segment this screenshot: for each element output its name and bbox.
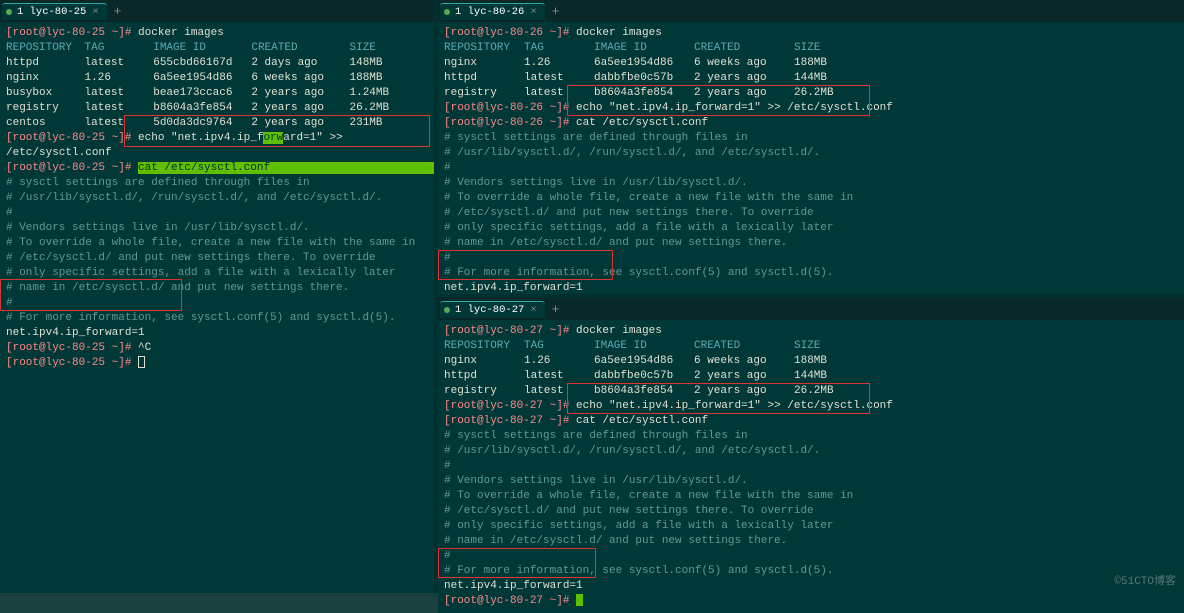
output-line: # /usr/lib/sysctl.d/, /run/sysctl.d/, an…: [6, 191, 428, 206]
cursor-icon: [576, 594, 583, 606]
output-line: #: [6, 206, 428, 221]
terminal-output[interactable]: [root@lyc-80-27 ~]# docker images REPOSI…: [438, 320, 1184, 613]
cmd: docker images: [138, 27, 224, 39]
output-line: # sysctl settings are defined through fi…: [6, 176, 428, 191]
status-dot-icon: [444, 307, 450, 313]
output-line: # /etc/sysctl.d/ and put new settings th…: [6, 251, 428, 266]
table-row: nginx1.266a5ee1954d866 weeks ago188MB: [6, 71, 428, 86]
prompt: [root@lyc-80-26 ~]#: [444, 117, 569, 129]
output-line: # To override a whole file, create a new…: [444, 489, 1178, 504]
prompt: [root@lyc-80-25 ~]#: [6, 342, 131, 354]
terminal-pane-27: 1 lyc-80-27 × + [root@lyc-80-27 ~]# docke…: [438, 298, 1184, 613]
tab-host-27[interactable]: 1 lyc-80-27 ×: [440, 301, 545, 318]
cmd: echo "net.ipv4.ip_forward=1" >> /etc/sys…: [576, 102, 893, 114]
output-line: # To override a whole file, create a new…: [6, 236, 428, 251]
output-line: net.ipv4.ip_forward=1: [6, 326, 428, 341]
table-row: busyboxlatestbeae173ccac62 years ago1.24…: [6, 86, 428, 101]
tab-label: 1 lyc-80-27: [455, 304, 524, 316]
output-line: net.ipv4.ip_forward=1: [444, 579, 1178, 594]
add-tab-button[interactable]: +: [109, 4, 127, 19]
cmd: docker images: [576, 325, 662, 337]
output-line: # /etc/sysctl.d/ and put new settings th…: [444, 504, 1178, 519]
cmd-highlight: cat /etc/sysctl.conf: [138, 162, 270, 174]
output-line: # To override a whole file, create a new…: [444, 191, 1178, 206]
table-row: centoslatest5d0da3dc97642 years ago231MB: [6, 116, 428, 131]
output-line: # only specific settings, add a file wit…: [444, 519, 1178, 534]
cmd: docker images: [576, 27, 662, 39]
watermark: ©51CTO博客: [1114, 572, 1176, 588]
output-line: # name in /etc/sysctl.d/ and put new set…: [444, 236, 1178, 251]
output-line: # For more information, see sysctl.conf(…: [444, 564, 1178, 579]
output-line: # name in /etc/sysctl.d/ and put new set…: [6, 281, 428, 296]
tab-bar: 1 lyc-80-26 × +: [438, 0, 1184, 22]
table-header: REPOSITORYTAGIMAGE IDCREATEDSIZE: [444, 41, 1178, 56]
prompt: [root@lyc-80-25 ~]#: [6, 357, 131, 369]
prompt: [root@lyc-80-25 ~]#: [6, 132, 131, 144]
terminal-output[interactable]: [root@lyc-80-25 ~]# docker images REPOSI…: [0, 22, 434, 593]
table-header: REPOSITORYTAGIMAGE IDCREATEDSIZE: [6, 41, 428, 56]
output-line: # sysctl settings are defined through fi…: [444, 131, 1178, 146]
table-row: httpdlatest655cbd66167d2 days ago148MB: [6, 56, 428, 71]
table-row: registrylatestb8604a3fe8542 years ago26.…: [6, 101, 428, 116]
table-row: httpdlatestdabbfbe0c57b2 years ago144MB: [444, 71, 1178, 86]
terminal-output[interactable]: [root@lyc-80-26 ~]# docker images REPOSI…: [438, 22, 1184, 294]
cursor-icon: [138, 356, 145, 368]
tab-host-25[interactable]: 1 lyc-80-25 ×: [2, 3, 107, 20]
cursor-highlight: orw: [263, 132, 283, 144]
terminal-pane-25: 1 lyc-80-25 × + [root@lyc-80-25 ~]# docke…: [0, 0, 434, 593]
output-line: net.ipv4.ip_forward=1: [444, 281, 1178, 294]
table-row: httpdlatestdabbfbe0c57b2 years ago144MB: [444, 369, 1178, 384]
output-line: # /etc/sysctl.d/ and put new settings th…: [444, 206, 1178, 221]
prompt: [root@lyc-80-26 ~]#: [444, 27, 569, 39]
tab-label: 1 lyc-80-26: [455, 6, 524, 18]
status-dot-icon: [444, 9, 450, 15]
prompt: [root@lyc-80-27 ~]#: [444, 400, 569, 412]
output-line: # sysctl settings are defined through fi…: [444, 429, 1178, 444]
output-line: # /usr/lib/sysctl.d/, /run/sysctl.d/, an…: [444, 146, 1178, 161]
prompt: [root@lyc-80-27 ~]#: [444, 595, 569, 607]
output-line: # Vendors settings live in /usr/lib/sysc…: [444, 474, 1178, 489]
output-line: # only specific settings, add a file wit…: [444, 221, 1178, 236]
add-tab-button[interactable]: +: [547, 4, 565, 19]
prompt: [root@lyc-80-27 ~]#: [444, 325, 569, 337]
add-tab-button[interactable]: +: [547, 302, 565, 317]
table-row: registrylatestb8604a3fe8542 years ago26.…: [444, 384, 1178, 399]
cmd: cat /etc/sysctl.conf: [576, 415, 708, 427]
output-line: # name in /etc/sysctl.d/ and put new set…: [444, 534, 1178, 549]
prompt: [root@lyc-80-26 ~]#: [444, 102, 569, 114]
tab-bar: 1 lyc-80-27 × +: [438, 298, 1184, 320]
table-row: nginx1.266a5ee1954d866 weeks ago188MB: [444, 56, 1178, 71]
output-line: # Vendors settings live in /usr/lib/sysc…: [6, 221, 428, 236]
output-line: # For more information, see sysctl.conf(…: [6, 311, 428, 326]
output-line: #: [444, 459, 1178, 474]
close-icon[interactable]: ×: [92, 6, 98, 18]
table-header: REPOSITORYTAGIMAGE IDCREATEDSIZE: [444, 339, 1178, 354]
output-line: #: [6, 296, 428, 311]
output-line: #: [444, 251, 1178, 266]
close-icon[interactable]: ×: [530, 6, 536, 18]
output-line: # only specific settings, add a file wit…: [6, 266, 428, 281]
table-row: registrylatestb8604a3fe8542 years ago26.…: [444, 86, 1178, 101]
close-icon[interactable]: ×: [530, 304, 536, 316]
tab-label: 1 lyc-80-25: [17, 6, 86, 18]
prompt: [root@lyc-80-25 ~]#: [6, 27, 131, 39]
output-line: # /usr/lib/sysctl.d/, /run/sysctl.d/, an…: [444, 444, 1178, 459]
tab-host-26[interactable]: 1 lyc-80-26 ×: [440, 3, 545, 20]
table-row: nginx1.266a5ee1954d866 weeks ago188MB: [444, 354, 1178, 369]
output-line: # For more information, see sysctl.conf(…: [444, 266, 1178, 281]
cmd: cat /etc/sysctl.conf: [576, 117, 708, 129]
prompt: [root@lyc-80-25 ~]#: [6, 162, 131, 174]
prompt: [root@lyc-80-27 ~]#: [444, 415, 569, 427]
terminal-pane-26: 1 lyc-80-26 × + [root@lyc-80-26 ~]# docke…: [438, 0, 1184, 294]
output-line: #: [444, 549, 1178, 564]
status-dot-icon: [6, 9, 12, 15]
output-line: #: [444, 161, 1178, 176]
tab-bar: 1 lyc-80-25 × +: [0, 0, 434, 22]
output-line: # Vendors settings live in /usr/lib/sysc…: [444, 176, 1178, 191]
cmd: echo "net.ipv4.ip_forward=1" >> /etc/sys…: [576, 400, 893, 412]
cmd: ^C: [138, 342, 151, 354]
